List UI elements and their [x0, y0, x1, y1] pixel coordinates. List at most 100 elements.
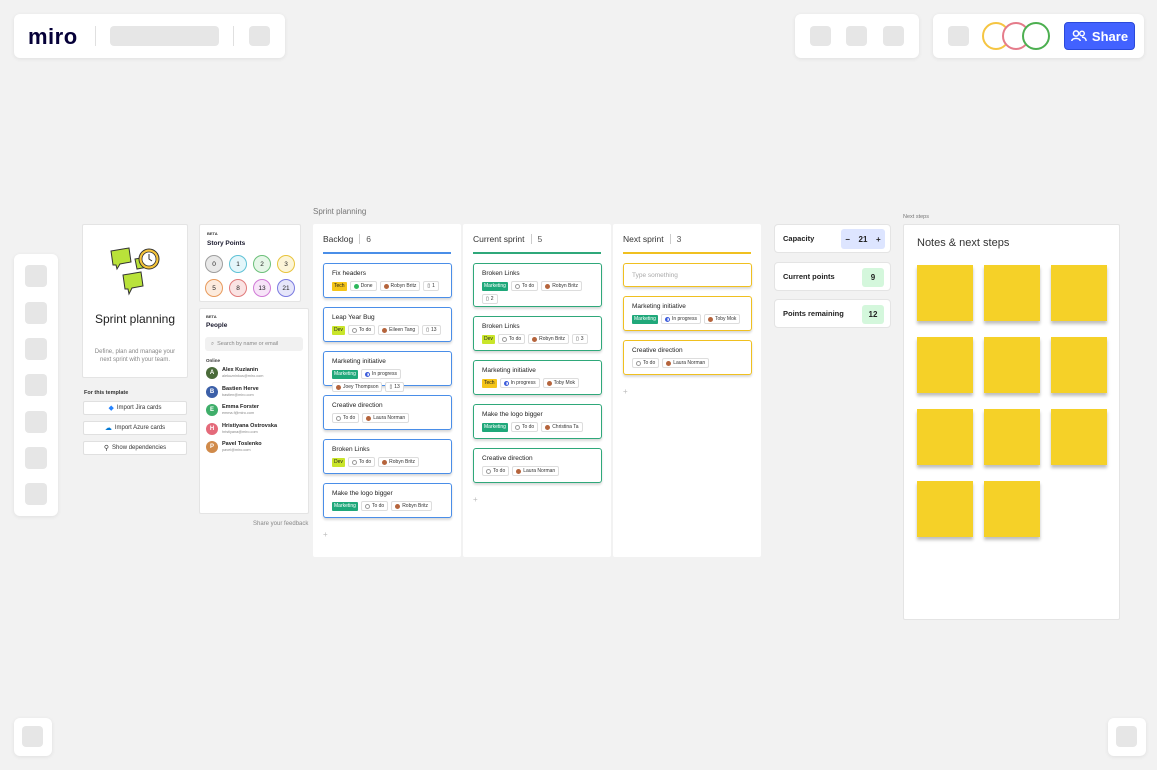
tool-templates[interactable]	[25, 302, 47, 324]
reactions-button[interactable]	[948, 26, 969, 46]
sticky-note[interactable]	[917, 265, 973, 321]
tag-badge[interactable]: Tech	[332, 281, 347, 291]
task-card[interactable]: Creative direction To do Laura Norman	[323, 395, 452, 430]
status-pill[interactable]: To do	[347, 457, 376, 467]
status-pill[interactable]: To do	[510, 281, 539, 291]
assignee-pill[interactable]: Toby Mok	[703, 314, 741, 324]
status-pill[interactable]: To do	[632, 358, 660, 368]
tag-badge[interactable]: Dev	[332, 325, 345, 335]
board-menu-button[interactable]	[249, 26, 270, 46]
assignee-pill[interactable]: Robyn Britz	[378, 457, 419, 467]
sticky-note[interactable]	[984, 481, 1040, 537]
tag-badge[interactable]: Marketing	[482, 281, 508, 291]
assignee-pill[interactable]: Robyn Britz	[379, 281, 421, 291]
people-search-input[interactable]: ⌕ Search by name or email	[205, 337, 303, 351]
story-point-badge[interactable]: 3	[277, 255, 295, 273]
status-pill[interactable]: To do	[482, 466, 510, 476]
status-pill[interactable]: In progress	[660, 314, 701, 324]
status-pill[interactable]: To do	[332, 413, 360, 423]
tool-shapes[interactable]	[25, 411, 47, 433]
tool-sticky[interactable]	[25, 374, 47, 396]
assignee-pill[interactable]: Joey Thompson	[332, 382, 383, 392]
assignee-pill[interactable]: Robyn Britz	[528, 334, 569, 344]
task-card[interactable]: Make the logo bigger Marketing To do Christ…	[473, 404, 602, 439]
collaborator-avatar[interactable]	[1022, 22, 1050, 50]
points-pill[interactable]: ▯ 1	[423, 281, 439, 291]
story-point-badge[interactable]: 1	[229, 255, 247, 273]
points-pill[interactable]: ▯ 3	[571, 334, 588, 344]
assignee-pill[interactable]: Laura Norman	[512, 466, 560, 476]
sticky-note[interactable]	[917, 337, 973, 393]
task-card[interactable]: Creative direction To do Laura Norman	[623, 340, 752, 375]
increment-button[interactable]: +	[876, 235, 881, 244]
action-button-1[interactable]	[810, 26, 831, 46]
tag-badge[interactable]: Marketing	[332, 501, 358, 511]
sticky-note[interactable]	[984, 265, 1040, 321]
story-point-badge[interactable]: 2	[253, 255, 271, 273]
assignee-pill[interactable]: Robyn Britz	[391, 501, 433, 511]
task-card[interactable]: Broken Links Dev To do Robyn Britz ▯ 3	[473, 316, 602, 351]
sticky-note[interactable]	[984, 337, 1040, 393]
show-dependencies-button[interactable]: ⚲ Show dependencies	[83, 441, 187, 455]
person-row[interactable]: P Pavel Toslenko pavel@miro.com	[206, 440, 306, 454]
share-feedback-link[interactable]: Share your feedback	[253, 521, 308, 527]
task-card[interactable]: Make the logo bigger Marketing To do Robyn …	[323, 483, 452, 518]
status-pill[interactable]: To do	[360, 501, 389, 511]
task-card[interactable]: Leap Year Bug Dev To do Eileen Tang ▯ 13	[323, 307, 452, 342]
add-card-button[interactable]: +	[473, 495, 478, 504]
person-row[interactable]: B Bastien Herve bastien@miro.com	[206, 385, 306, 399]
tag-badge[interactable]: Tech	[482, 378, 497, 388]
points-pill[interactable]: ▯ 2	[482, 294, 498, 304]
assignee-pill[interactable]: Laura Norman	[362, 413, 410, 423]
tag-badge[interactable]: Marketing	[482, 422, 508, 432]
assignee-pill[interactable]: Christina Ta	[541, 422, 583, 432]
points-pill[interactable]: ▯ 13	[385, 382, 404, 392]
status-pill[interactable]: To do	[510, 422, 539, 432]
person-row[interactable]: A Alex Kuzianin alekuzninkus@miro.com	[206, 366, 306, 380]
tag-badge[interactable]: Dev	[332, 457, 345, 467]
tool-select[interactable]	[25, 265, 47, 287]
board-title-field[interactable]	[110, 26, 219, 46]
add-card-button[interactable]: +	[323, 530, 328, 539]
board-menu-toggle[interactable]	[22, 726, 43, 747]
import-azure-button[interactable]: ☁ Import Azure cards	[83, 421, 187, 435]
story-point-badge[interactable]: 0	[205, 255, 223, 273]
add-card-button[interactable]: +	[623, 387, 628, 396]
share-button[interactable]: Share	[1064, 22, 1135, 50]
new-card-input[interactable]: Type something	[623, 263, 752, 287]
status-pill[interactable]: In progress	[499, 378, 540, 388]
sticky-note[interactable]	[1051, 337, 1107, 393]
sticky-note[interactable]	[1051, 265, 1107, 321]
task-card[interactable]: Marketing initiative Marketing In progress…	[623, 296, 752, 331]
assignee-pill[interactable]: Eileen Tang	[378, 325, 420, 335]
task-card[interactable]: Creative direction To do Laura Norman	[473, 448, 602, 483]
status-pill[interactable]: In progress	[360, 369, 401, 379]
task-card[interactable]: Broken Links Dev To do Robyn Britz	[323, 439, 452, 474]
story-point-badge[interactable]: 21	[277, 279, 295, 297]
tool-more[interactable]	[25, 483, 47, 505]
sticky-note[interactable]	[1051, 409, 1107, 465]
tool-text[interactable]	[25, 338, 47, 360]
person-row[interactable]: E Emma Forster emma.f@miro.com	[206, 403, 306, 417]
action-button-2[interactable]	[846, 26, 867, 46]
import-jira-button[interactable]: ◆ Import Jira cards	[83, 401, 187, 415]
sticky-note[interactable]	[984, 409, 1040, 465]
assignee-pill[interactable]: Robyn Britz	[541, 281, 583, 291]
zoom-control[interactable]	[1116, 726, 1137, 747]
story-point-badge[interactable]: 13	[253, 279, 271, 297]
task-card[interactable]: Broken Links Marketing To do Robyn Britz ▯ 2	[473, 263, 602, 307]
tag-badge[interactable]: Marketing	[332, 369, 358, 379]
sticky-note[interactable]	[917, 481, 973, 537]
status-pill[interactable]: To do	[347, 325, 376, 335]
assignee-pill[interactable]: Laura Norman	[662, 358, 710, 368]
tag-badge[interactable]: Marketing	[632, 314, 658, 324]
status-pill[interactable]: To do	[497, 334, 526, 344]
status-pill[interactable]: Done	[349, 281, 377, 291]
tool-pen[interactable]	[25, 447, 47, 469]
capacity-stepper[interactable]: − 21 +	[841, 229, 885, 249]
tag-badge[interactable]: Dev	[482, 334, 495, 344]
task-card[interactable]: Marketing initiative Marketing In progress…	[323, 351, 452, 392]
sticky-note[interactable]	[917, 409, 973, 465]
task-card[interactable]: Fix headers Tech Done Robyn Britz ▯ 1	[323, 263, 452, 298]
assignee-pill[interactable]: Toby Mok	[542, 378, 579, 388]
